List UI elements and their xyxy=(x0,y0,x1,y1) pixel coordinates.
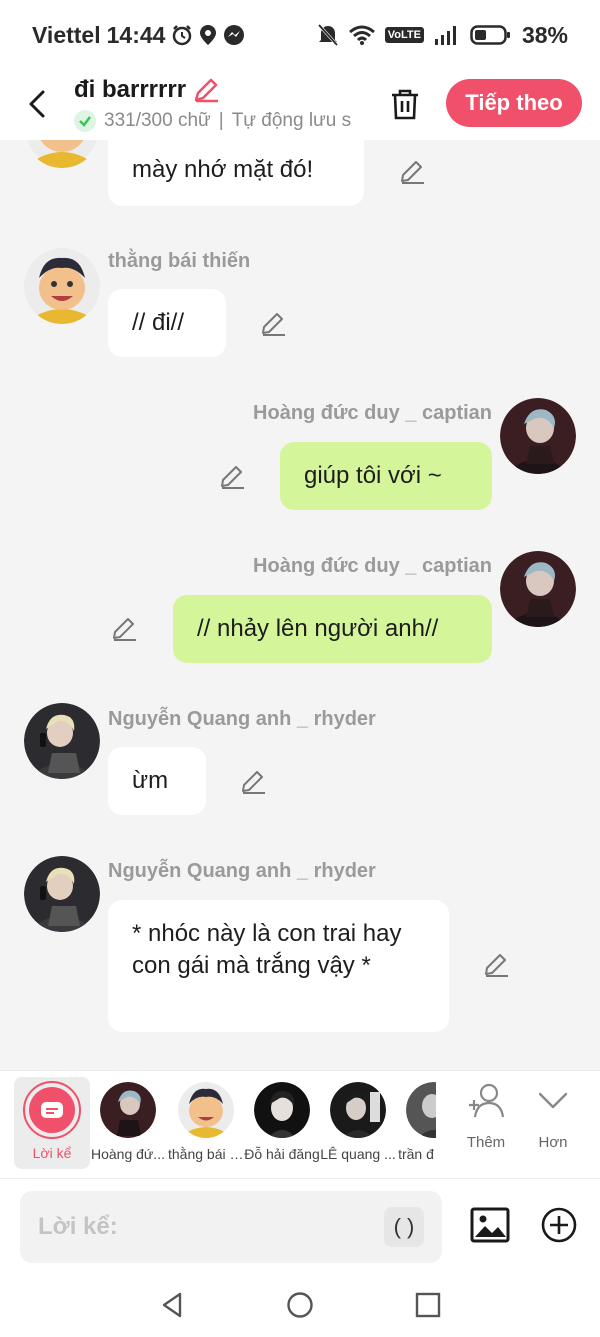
location-icon xyxy=(199,24,217,46)
autosave-status: Tự động lưu s xyxy=(231,110,352,131)
wifi-icon xyxy=(348,24,375,46)
message-bubble[interactable]: // đi// xyxy=(108,289,226,357)
chevron-down-icon xyxy=(538,1092,568,1109)
avatar-hoang-duc-duy[interactable] xyxy=(500,398,576,474)
speaker-label: Đỗ hải đăng xyxy=(244,1146,320,1162)
image-icon[interactable] xyxy=(470,1205,510,1245)
alarm-icon xyxy=(171,24,193,46)
meta-separator: | xyxy=(218,110,224,131)
clock-time: 14:44 xyxy=(106,21,166,48)
speaker-hoang-duc-duy[interactable]: Hoàng đứ... xyxy=(90,1077,166,1162)
edit-message-icon[interactable] xyxy=(259,310,287,338)
message-text: ừm xyxy=(132,767,169,794)
speaker-le-quang[interactable]: LÊ quang ... xyxy=(320,1077,396,1162)
edit-title-icon[interactable] xyxy=(192,76,220,104)
speaker-name: Nguyễn Quang anh _ rhyder xyxy=(108,708,376,730)
avatar-nguyen-quang-anh[interactable] xyxy=(24,703,100,779)
carrier-name: Viettel xyxy=(32,21,101,48)
story-chat: mày nhớ mặt đó! thằng bái thiến // đi// … xyxy=(0,140,600,1070)
signal-icon xyxy=(434,24,460,46)
avatar-thang-bai-thien[interactable] xyxy=(24,248,100,324)
story-meta: 331/300 chữ | Tự động lưu s xyxy=(74,110,364,132)
volte-badge: VoLTE xyxy=(384,27,424,43)
system-nav-bar xyxy=(0,1272,600,1337)
composer: Lời kể: ( ) xyxy=(0,1178,600,1272)
story-title-text: đi barrrrrr xyxy=(74,76,187,103)
messenger-icon xyxy=(223,24,245,46)
delete-button[interactable] xyxy=(388,84,422,124)
parentheses-button[interactable]: ( ) xyxy=(384,1207,424,1247)
narrator-icon xyxy=(29,1087,75,1133)
plus-icon[interactable] xyxy=(540,1206,578,1244)
add-person-icon xyxy=(469,1083,505,1118)
message-text: // nhảy lên người anh// xyxy=(197,615,439,642)
narrator-ring xyxy=(23,1081,81,1139)
message-bubble[interactable]: // nhảy lên người anh// xyxy=(173,595,492,663)
avatar xyxy=(178,1082,234,1138)
input-placeholder: Lời kể: xyxy=(38,1213,118,1240)
add-speaker-button[interactable]: Thêm xyxy=(456,1081,516,1151)
status-right: VoLTE 38% xyxy=(317,22,568,49)
speaker-name: Hoàng đức duy _ captian xyxy=(253,555,492,577)
speaker-label: Hoàng đứ... xyxy=(91,1146,165,1162)
edit-message-icon[interactable] xyxy=(218,463,246,491)
speaker-label: trần đ xyxy=(398,1146,434,1162)
word-count: 331/300 chữ xyxy=(104,110,211,131)
speaker-do-hai-dang[interactable]: Đỗ hải đăng xyxy=(244,1077,320,1162)
speaker-name: thằng bái thiến xyxy=(108,250,251,272)
avatar xyxy=(330,1082,386,1138)
status-left: Viettel 14:44 xyxy=(32,22,245,49)
message-bubble[interactable]: * nhóc này là con trai hay con gái mà tr… xyxy=(108,900,449,1032)
message-text: * nhóc này là con trai hay con gái mà tr… xyxy=(132,920,402,979)
speaker-narrator[interactable]: Lời kể xyxy=(14,1077,90,1169)
battery-icon xyxy=(470,24,512,46)
speaker-selector: Lời kể Hoàng đứ... thằng bái t... Đỗ hải… xyxy=(0,1070,600,1178)
battery-percent: 38% xyxy=(521,21,568,48)
speaker-name: Nguyễn Quang anh _ rhyder xyxy=(108,860,376,882)
avatar-nguyen-quang-anh[interactable] xyxy=(24,856,100,932)
bell-muted-icon xyxy=(317,23,339,47)
edit-message-icon[interactable] xyxy=(398,158,426,186)
message-bubble[interactable]: mày nhớ mặt đó! xyxy=(108,140,364,206)
narration-input[interactable]: Lời kể: ( ) xyxy=(20,1191,442,1263)
check-icon xyxy=(74,110,96,132)
edit-message-icon[interactable] xyxy=(239,768,267,796)
avatar xyxy=(100,1082,156,1138)
status-bar: Viettel 14:44 VoLTE 38% xyxy=(0,0,600,70)
message-text: mày nhớ mặt đó! xyxy=(132,156,314,183)
back-button[interactable] xyxy=(22,84,52,124)
more-label: Hơn xyxy=(538,1134,568,1151)
chevron-left-icon xyxy=(29,90,45,118)
nav-home-icon[interactable] xyxy=(286,1291,314,1319)
speaker-name: Hoàng đức duy _ captian xyxy=(253,402,492,424)
nav-back-icon[interactable] xyxy=(158,1291,186,1319)
avatar xyxy=(406,1082,436,1138)
trash-icon xyxy=(392,89,418,120)
speaker-thang-bai-thien[interactable]: thằng bái t... xyxy=(168,1077,244,1162)
edit-message-icon[interactable] xyxy=(110,615,138,643)
avatar-thang-bai-thien[interactable] xyxy=(24,140,100,168)
message-text: giúp tôi với ~ xyxy=(304,462,442,489)
speaker-tran-d[interactable]: trần đ xyxy=(396,1077,436,1162)
message-text: // đi// xyxy=(132,309,185,336)
edit-message-icon[interactable] xyxy=(482,951,510,979)
story-title[interactable]: đi barrrrrr xyxy=(74,76,220,104)
editor-header: đi barrrrrr 331/300 chữ | Tự động lưu s … xyxy=(0,70,600,140)
more-speakers-button[interactable]: Hơn xyxy=(523,1081,583,1151)
message-bubble[interactable]: ừm xyxy=(108,747,206,815)
next-button[interactable]: Tiếp theo xyxy=(446,79,582,127)
speaker-label: thằng bái t... xyxy=(168,1146,244,1162)
add-speaker-label: Thêm xyxy=(466,1134,506,1151)
nav-recents-icon[interactable] xyxy=(414,1291,442,1319)
speaker-label: LÊ quang ... xyxy=(320,1146,396,1162)
avatar-hoang-duc-duy[interactable] xyxy=(500,551,576,627)
narrator-label: Lời kể xyxy=(32,1145,72,1161)
avatar xyxy=(254,1082,310,1138)
message-bubble[interactable]: giúp tôi với ~ xyxy=(280,442,492,510)
